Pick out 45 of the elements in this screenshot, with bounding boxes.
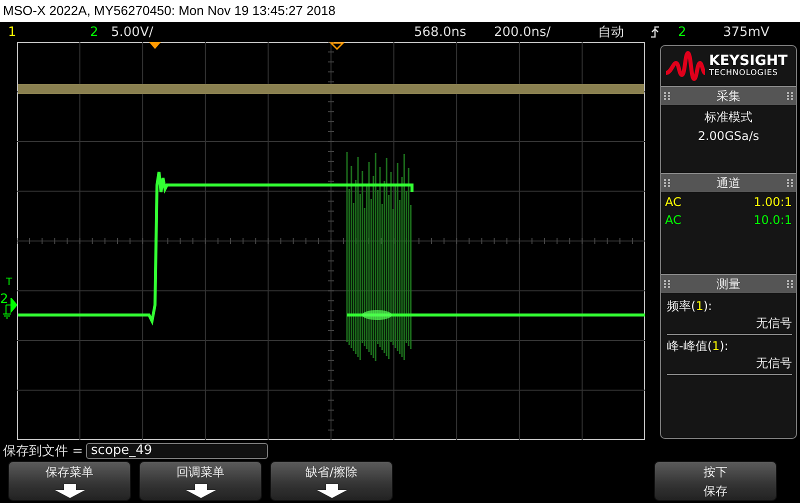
wave-logo-icon (665, 51, 705, 81)
window-title: MSO-X 2022A, MY56270450: Mon Nov 19 13:45:27 2018 (0, 0, 800, 22)
trigger-level-marker: T (6, 278, 12, 288)
grip-icon (787, 280, 793, 288)
trigger-level: 375mV (723, 24, 770, 40)
coupling-label: AC (665, 195, 682, 209)
softkey-button[interactable]: 缺省/擦除 (270, 461, 393, 501)
down-arrow-icon (186, 484, 216, 498)
measurement-value: 无信号 (667, 355, 792, 375)
grip-icon (787, 92, 793, 100)
ground-marker: 2 (0, 292, 8, 307)
sample-rate: 2.00GSa/s (698, 129, 760, 143)
trigger-position-marker (149, 42, 161, 49)
softkey-button[interactable]: 保存菜单 (8, 461, 131, 501)
trigger-mode: 自动 (598, 24, 624, 41)
acquisition-mode: 标准模式 (704, 109, 752, 126)
section-title: 测量 (716, 276, 740, 292)
channel-label[interactable]: 2 (90, 24, 98, 40)
measurement-name: 频率(1): (667, 298, 714, 315)
brand-subtitle: TECHNOLOGIES (709, 68, 779, 78)
timebase-value: 200.0ns/ (494, 24, 551, 40)
delay-value: 568.0ns (414, 24, 466, 40)
measurement-name: 峰-峰值(1): (667, 338, 730, 355)
measurement-value: 无信号 (667, 315, 792, 335)
down-arrow-icon (54, 484, 84, 498)
trigger-edge-icon (650, 26, 660, 38)
trigger-source: 2 (678, 24, 686, 40)
section-title: 采集 (716, 88, 740, 104)
channel-label[interactable]: 1 (8, 24, 16, 40)
grip-icon (664, 92, 670, 100)
softkey-button[interactable]: 按下 保存 (654, 461, 777, 501)
down-arrow-icon (316, 484, 346, 498)
grip-icon (664, 179, 670, 187)
grip-icon (664, 280, 670, 288)
section-title: 通道 (716, 174, 740, 192)
save-file-label: 保存到文件 = (3, 442, 84, 460)
coupling-label: AC (665, 213, 682, 227)
brand-name: KEYSIGHT (709, 54, 788, 68)
probe-ratio: 10.0:1 (754, 213, 792, 227)
grip-icon (787, 179, 793, 187)
delay-marker (329, 42, 345, 50)
vertical-scale: 5.00V/ (111, 24, 154, 40)
filename-field[interactable]: scope_49 (86, 442, 268, 458)
probe-ratio: 1.00:1 (754, 195, 792, 209)
softkey-button[interactable]: 回调菜单 (139, 461, 262, 501)
